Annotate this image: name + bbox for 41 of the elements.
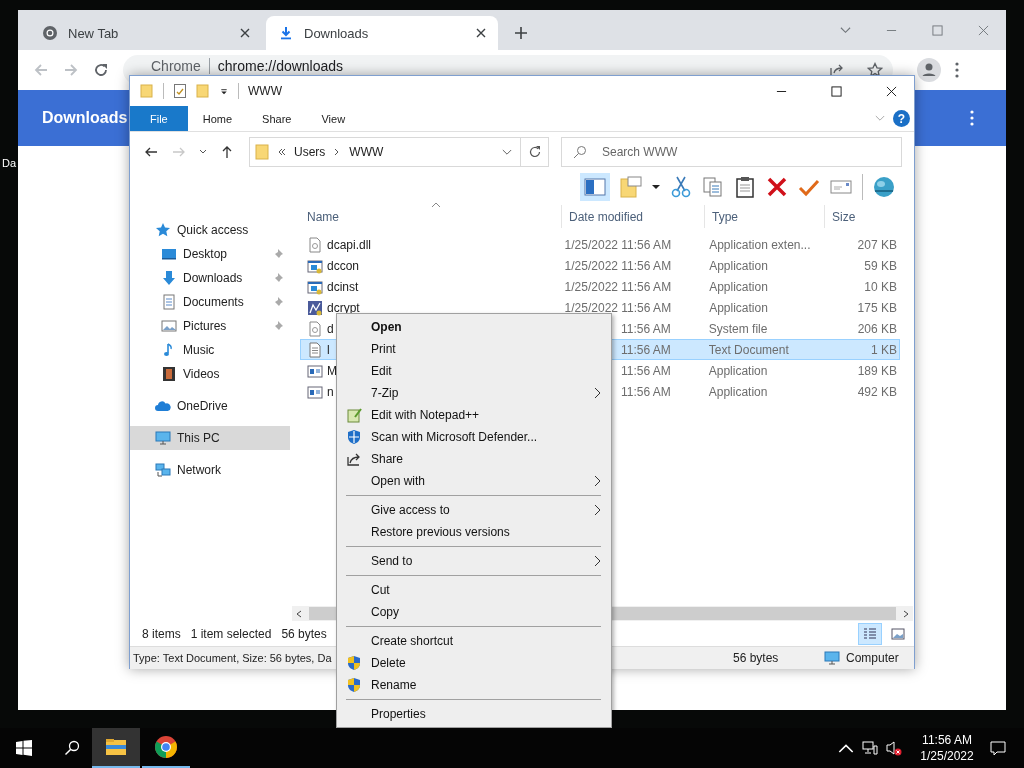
details-location: Computer <box>846 651 900 665</box>
size-cell: 10 KB <box>864 279 897 294</box>
type-cell: Text Document <box>708 342 789 357</box>
size-cell: 59 KB <box>864 258 897 273</box>
date-cell: 1/25/2022 11:56 AM <box>564 300 672 315</box>
site-label: Chrome <box>151 58 201 74</box>
page-title: Downloads <box>42 109 128 127</box>
date-cell: 1/25/2022 11:56 AM <box>564 258 672 273</box>
type-cell: Application <box>708 363 768 378</box>
size-cell: 207 KB <box>857 237 897 252</box>
selection-size: 56 bytes <box>281 626 327 641</box>
type-cell: Application <box>709 279 768 294</box>
selection-count: 1 item selected <box>190 626 272 641</box>
size-cell: 492 KB <box>857 384 897 399</box>
url-text: chrome://downloads <box>217 58 344 74</box>
file-name: d <box>327 321 334 336</box>
file-name: dcinst <box>327 279 359 294</box>
date-cell: 11:56 AM <box>620 342 671 357</box>
size-cell: 189 KB <box>857 363 897 378</box>
file-name: dccon <box>327 258 360 273</box>
date-cell: 11:56 AM <box>620 321 671 336</box>
details-size: 56 bytes <box>733 651 780 665</box>
window-title: WWW <box>248 84 282 98</box>
item-count: 8 items <box>142 626 181 641</box>
file-name: M <box>327 363 337 378</box>
size-cell: 1 KB <box>871 342 897 357</box>
details-summary: Type: Text Document, Size: 56 bytes, Da <box>133 652 332 664</box>
type-cell: Application <box>709 300 768 315</box>
date-cell: 1/25/2022 11:56 AM <box>564 237 672 252</box>
size-cell: 206 KB <box>857 321 897 336</box>
type-cell: Application <box>709 258 768 273</box>
file-name: n <box>327 384 334 399</box>
date-cell: 11:56 AM <box>620 384 671 399</box>
type-cell: Application exten... <box>709 237 811 252</box>
date-cell: 11:56 AM <box>620 363 671 378</box>
type-cell: Application <box>708 384 768 399</box>
date-cell: 1/25/2022 11:56 AM <box>564 279 672 294</box>
file-name: l <box>327 342 330 357</box>
type-cell: System file <box>708 321 768 336</box>
size-cell: 175 KB <box>857 300 897 315</box>
file-name: dcapi.dll <box>327 237 372 252</box>
